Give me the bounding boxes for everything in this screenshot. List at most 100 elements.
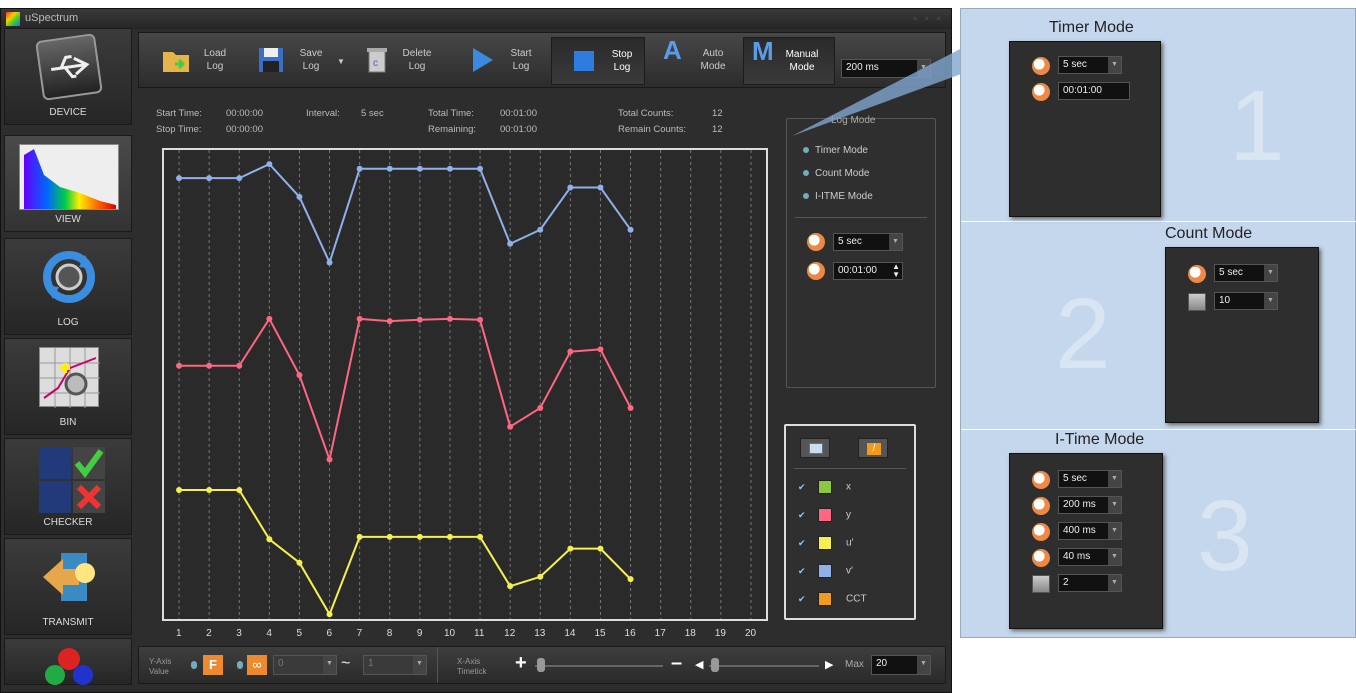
legend-checkbox[interactable]: ✔ [798, 482, 808, 492]
save-dropdown-icon[interactable]: ▼ [337, 55, 345, 68]
scroll-right-icon[interactable]: ▶ [825, 658, 833, 671]
divider [795, 217, 927, 218]
itime-select-3[interactable]: 400 ms ▼ [1058, 522, 1122, 540]
itime-select-2[interactable]: 200 ms ▼ [1058, 496, 1122, 514]
zoom-slider-track[interactable] [535, 665, 663, 667]
itime-interval-select[interactable]: 5 sec ▼ [1058, 470, 1122, 488]
x-tick-label: 10 [443, 628, 456, 639]
f-button[interactable]: F [203, 655, 223, 675]
section-divider [961, 429, 1356, 430]
sidebar-item-bin[interactable]: BIN [4, 338, 132, 435]
tilde-label: ~ [341, 655, 351, 672]
data-point [446, 533, 453, 540]
timer-duration-stepper[interactable]: 00:01:00 [1058, 82, 1130, 100]
y-min-input[interactable]: 0 ▼ [273, 655, 337, 675]
data-point [296, 372, 303, 379]
data-point [567, 184, 574, 191]
sidebar-item-checker[interactable]: CHECKER [4, 438, 132, 535]
data-point [266, 161, 273, 168]
timer-mode-radio[interactable]: Timer Mode [803, 145, 868, 156]
duration-stepper[interactable]: 00:01:00 ▲ ▼ [833, 262, 903, 280]
auto-letter-icon: A [663, 35, 682, 65]
legend-checkbox[interactable]: ✔ [798, 510, 808, 520]
legend-checkbox[interactable]: ✔ [798, 566, 808, 576]
chevron-down-icon: ▼ [1108, 549, 1121, 565]
legend-checkbox[interactable]: ✔ [798, 594, 808, 604]
x-axis-label: X-Axis Timetick [457, 657, 486, 677]
itime-select-4[interactable]: 40 ms ▼ [1058, 548, 1122, 566]
remaining-value: 00:01:00 [500, 124, 537, 135]
legend-swatch [818, 592, 832, 606]
timer-interval-select[interactable]: 5 sec ▼ [1058, 56, 1122, 74]
count-mode-radio[interactable]: Count Mode [803, 168, 869, 179]
sidebar-item-more[interactable] [4, 638, 132, 685]
infinity-button[interactable]: ∞ [247, 655, 267, 675]
data-point [176, 175, 183, 182]
export-table-button[interactable] [800, 438, 830, 458]
itime-value: 400 ms [1063, 525, 1096, 536]
scroll-left-icon[interactable]: ◀ [695, 658, 703, 671]
scroll-slider-track[interactable] [709, 665, 819, 667]
data-point [597, 346, 604, 353]
x-tick-label: 2 [206, 628, 212, 639]
count-interval-select[interactable]: 5 sec ▼ [1214, 264, 1278, 282]
save-log-button[interactable]: Save Log ▼ [257, 37, 347, 85]
x-tick-label: 5 [296, 628, 302, 639]
transmit-icon [39, 547, 99, 607]
y-min-value: 0 [278, 658, 284, 669]
sidebar-item-transmit[interactable]: TRANSMIT [4, 538, 132, 635]
max-timetick-value: 20 [876, 658, 888, 669]
data-point [567, 545, 574, 552]
clock-icon [1032, 497, 1050, 515]
step-number: 3 [1197, 480, 1253, 592]
data-point [537, 573, 544, 580]
interval-select[interactable]: 5 sec ▼ [833, 233, 903, 251]
scroll-slider-handle[interactable] [711, 658, 719, 672]
timer-interval-value: 5 sec [1063, 59, 1087, 70]
max-timetick-select[interactable]: 20 ▼ [871, 655, 931, 675]
interval-label: Interval: [306, 108, 340, 119]
zoom-out-button[interactable]: – [671, 652, 682, 675]
stop-log-label-2: Log [613, 62, 631, 73]
load-log-button[interactable]: Load Log [161, 37, 233, 85]
legend-checkbox[interactable]: ✔ [798, 538, 808, 548]
data-point [266, 315, 273, 322]
itime-mode-radio[interactable]: I-ITME Mode [803, 191, 873, 202]
chevron-down-icon: ▼ [917, 656, 930, 674]
y-max-input[interactable]: 1 ▼ [363, 655, 427, 675]
legend-swatch [818, 564, 832, 578]
delete-log-button[interactable]: c Delete Log [363, 37, 435, 85]
auto-mode-button[interactable]: A Auto Mode [659, 37, 735, 85]
interval-value: 5 sec [361, 108, 384, 119]
data-point [477, 533, 484, 540]
x-tick-label: 18 [684, 628, 696, 639]
sidebar-item-log[interactable]: LOG [4, 238, 132, 335]
sidebar-item-view[interactable]: VIEW [4, 135, 132, 232]
zoom-in-button[interactable]: + [515, 652, 527, 675]
count-mode-heading: Count Mode [1165, 225, 1253, 242]
itime-select-5[interactable]: 2 ▼ [1058, 574, 1122, 592]
stepper-arrows-icon: ▲ ▼ [892, 262, 900, 279]
data-point [356, 315, 363, 322]
stop-log-button[interactable]: Stop Log [551, 37, 645, 85]
stop-time-label: Stop Time: [156, 124, 202, 135]
trash-icon: c [363, 46, 393, 74]
clock-icon [1032, 549, 1050, 567]
start-time-value: 00:00:00 [226, 108, 263, 119]
legend-row: ✔ v' [798, 564, 853, 580]
window-controls[interactable]: ▫ ▫ ▫ [913, 13, 943, 23]
zoom-slider-handle[interactable] [537, 658, 545, 672]
data-point [206, 487, 213, 494]
data-point [176, 487, 183, 494]
edit-button[interactable]: / [858, 438, 888, 458]
timer-mode-heading: Timer Mode [1049, 19, 1134, 36]
section-divider [961, 221, 1356, 222]
y-axis-radio[interactable] [191, 661, 197, 669]
range-radio[interactable] [237, 661, 243, 669]
svg-text:c: c [373, 58, 378, 69]
start-log-button[interactable]: Start Log [467, 37, 539, 85]
data-point [416, 165, 423, 172]
count-number-select[interactable]: 10 ▼ [1214, 292, 1278, 310]
sidebar-item-device[interactable]: DEVICE [4, 28, 132, 125]
data-point [567, 348, 574, 355]
